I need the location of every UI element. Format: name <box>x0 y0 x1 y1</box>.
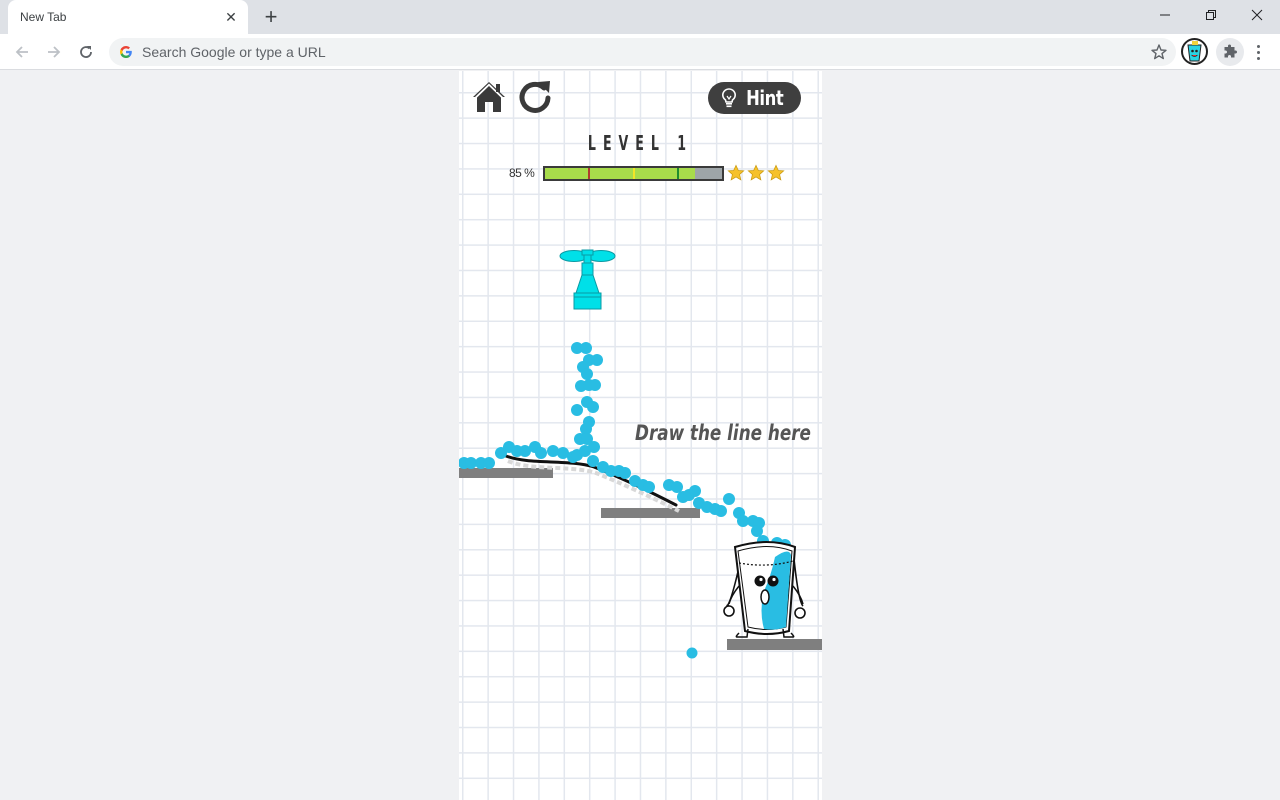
glass-mascot-icon <box>1187 41 1202 62</box>
water-drop <box>643 481 655 493</box>
tab-new-tab[interactable]: New Tab ✕ <box>8 0 248 34</box>
water-drop <box>535 447 547 459</box>
browser-menu-button[interactable] <box>1250 40 1266 64</box>
water-drop <box>587 401 599 413</box>
tab-close-icon[interactable]: ✕ <box>222 8 240 26</box>
extensions-button[interactable] <box>1216 38 1244 66</box>
water-drop <box>581 368 593 380</box>
game-scene <box>459 249 822 659</box>
water-drop <box>751 525 763 537</box>
water-drop <box>580 342 592 354</box>
arrow-left-icon <box>15 46 28 58</box>
profile-avatar[interactable] <box>1181 38 1208 65</box>
puzzle-icon <box>1224 44 1238 58</box>
minimize-icon <box>1160 14 1170 16</box>
water-drop <box>689 485 701 497</box>
water-drop <box>547 445 559 457</box>
faucet <box>559 249 616 310</box>
water-drop <box>589 379 601 391</box>
water-drop <box>723 493 735 505</box>
platform-middle <box>601 508 700 518</box>
restore-button[interactable] <box>1188 0 1234 30</box>
star-outline-icon[interactable] <box>1150 43 1168 61</box>
water-drop <box>619 467 631 479</box>
arrow-right-icon <box>48 46 61 58</box>
browser-toolbar <box>0 34 1280 70</box>
tab-strip: New Tab ✕ + <box>0 0 1280 34</box>
close-window-button[interactable] <box>1234 0 1280 30</box>
water-drop <box>591 354 603 366</box>
omnibox[interactable] <box>109 38 1176 66</box>
water-drop <box>671 481 683 493</box>
omnibox-input[interactable] <box>142 38 1132 66</box>
water-drop <box>686 647 698 659</box>
forward-button[interactable] <box>40 38 68 66</box>
new-tab-button[interactable]: + <box>260 5 282 29</box>
glass-mascot <box>723 541 806 638</box>
water-drop <box>579 445 591 457</box>
reload-icon <box>80 46 92 58</box>
water-drop <box>571 404 583 416</box>
water-drops <box>459 342 791 659</box>
game-canvas[interactable]: Hint LEVEL 1 85 % Draw the line here <box>459 71 822 800</box>
reload-button[interactable] <box>72 38 100 66</box>
platform-right <box>727 639 822 650</box>
back-button[interactable] <box>8 38 36 66</box>
tab-title: New Tab <box>20 10 67 24</box>
close-icon <box>1251 9 1263 21</box>
minimize-button[interactable] <box>1142 0 1188 30</box>
water-drop <box>587 455 599 467</box>
google-logo-icon <box>120 46 132 58</box>
platform-left <box>459 468 553 478</box>
restore-icon <box>1206 10 1216 20</box>
water-drop <box>483 457 495 469</box>
water-drop <box>715 505 727 517</box>
